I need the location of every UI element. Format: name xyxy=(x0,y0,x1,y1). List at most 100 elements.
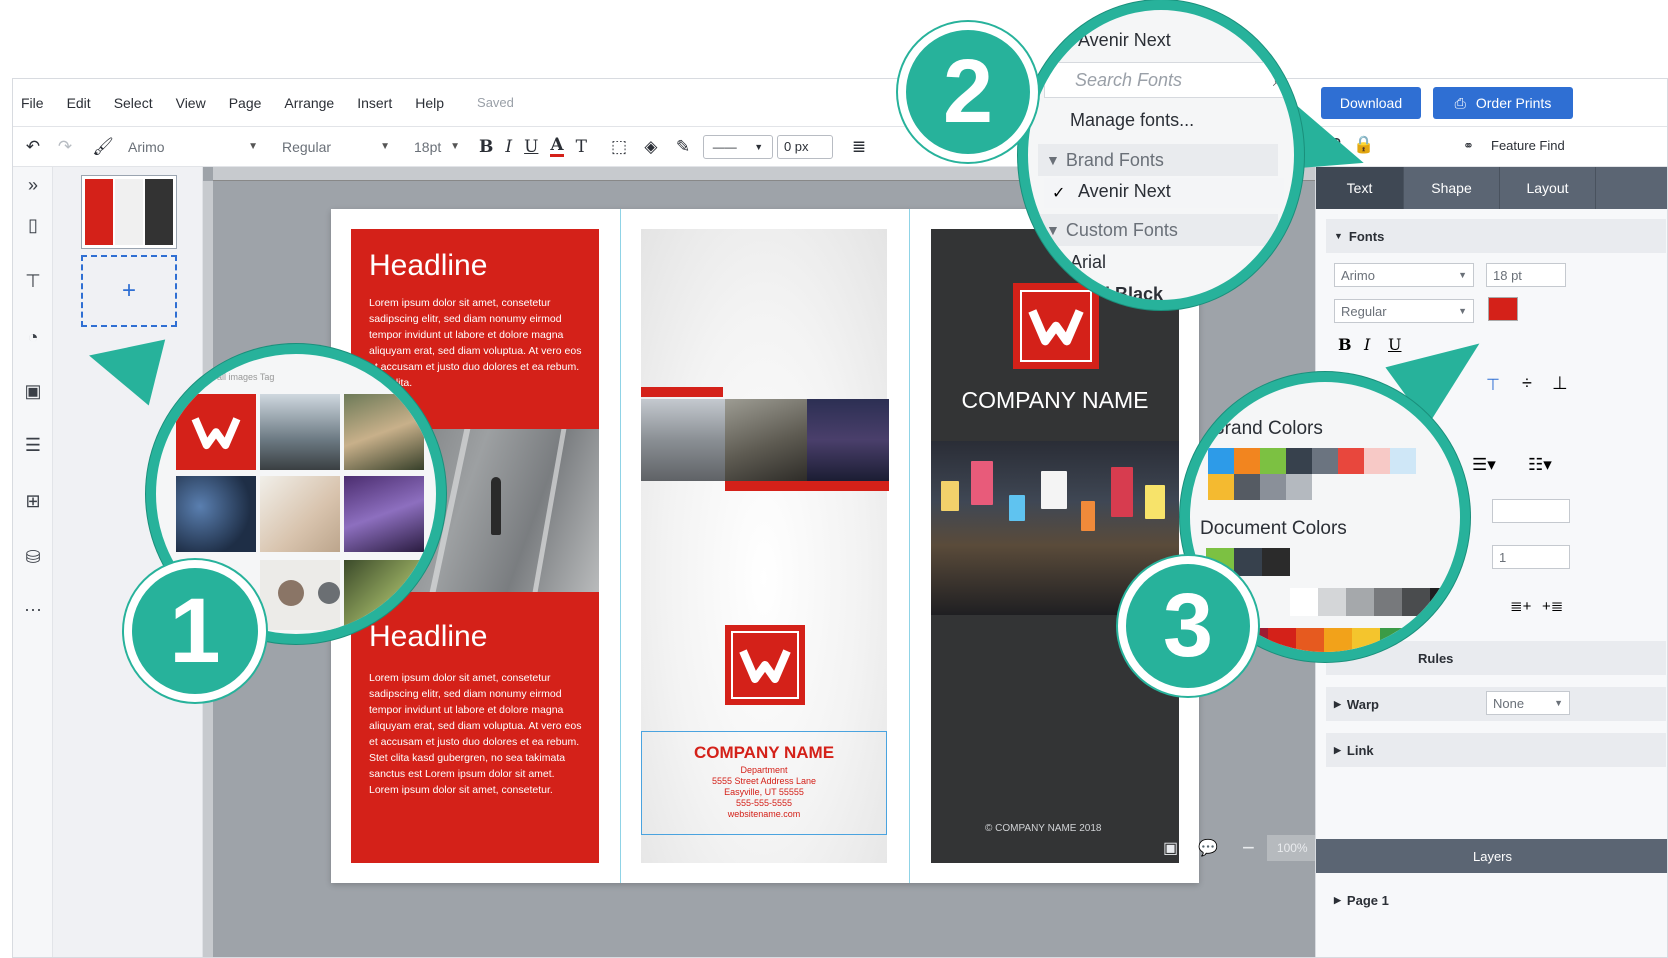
fill-bucket-icon[interactable]: ◈ xyxy=(639,137,663,157)
rainbow-color-swatch[interactable] xyxy=(1380,628,1408,652)
bullet-list-icon[interactable]: ☰▾ xyxy=(1472,455,1496,475)
warp-select[interactable]: None ▼ xyxy=(1486,691,1570,715)
rainbow-color-swatch[interactable] xyxy=(1436,628,1460,652)
image-thumb-avatars[interactable] xyxy=(260,560,340,630)
font-family-select[interactable]: Arimo ▼ xyxy=(123,134,263,160)
body-text-top[interactable]: Lorem ipsum dolor sit amet, consetetur s… xyxy=(369,295,587,391)
text-color-button[interactable]: A xyxy=(550,136,564,157)
brand-color-swatch[interactable] xyxy=(1208,474,1234,500)
panel-font-select[interactable]: Arimo ▼ xyxy=(1334,263,1474,287)
brand-color-swatch[interactable] xyxy=(1234,474,1260,500)
image-thumb-crowd[interactable] xyxy=(344,560,424,630)
headline-top[interactable]: Headline xyxy=(369,249,487,283)
outdent-icon[interactable]: +≣ xyxy=(1542,597,1563,615)
document-color-swatch[interactable] xyxy=(1234,548,1262,576)
panel-size-input[interactable]: 18 pt xyxy=(1486,263,1566,287)
image-thumb-network[interactable] xyxy=(176,476,256,552)
document-color-swatch[interactable] xyxy=(1262,548,1290,576)
grid-icon[interactable]: ⊞ xyxy=(21,491,45,515)
font-size-select[interactable]: 18pt ▼ xyxy=(409,134,465,160)
shapes-icon[interactable]: ◔ xyxy=(21,327,45,351)
layers-header[interactable]: Layers xyxy=(1316,839,1667,873)
menu-arrange[interactable]: Arrange xyxy=(284,95,334,111)
image-thumb-logo[interactable] xyxy=(176,394,256,470)
pen-icon[interactable]: ✎ xyxy=(671,137,695,157)
add-page-button[interactable]: + xyxy=(81,255,177,327)
gray-color-swatch[interactable] xyxy=(1346,588,1374,616)
brand-color-swatch[interactable] xyxy=(1260,448,1286,474)
panel-bold-button[interactable]: B xyxy=(1338,335,1352,354)
tab-layout[interactable]: Layout xyxy=(1500,167,1596,209)
brochure-document[interactable]: Headline Lorem ipsum dolor sit amet, con… xyxy=(331,209,1199,883)
format-painter-icon[interactable]: 🖌 xyxy=(91,137,115,157)
zoom-out-button[interactable]: − xyxy=(1242,835,1255,861)
gray-color-swatch[interactable] xyxy=(1290,588,1318,616)
line-spacing-input[interactable] xyxy=(1492,499,1570,523)
align-bottom-icon[interactable]: ⊥ xyxy=(1552,373,1568,394)
table-icon[interactable]: ☰ xyxy=(21,435,45,459)
align-icon[interactable]: ≣ xyxy=(847,137,871,157)
vintage-car-photo[interactable] xyxy=(725,399,807,481)
redo-icon[interactable]: ↷ xyxy=(53,137,77,157)
rainbow-color-swatch[interactable] xyxy=(1296,628,1324,652)
company-logo[interactable] xyxy=(725,625,805,705)
selected-text-box[interactable] xyxy=(641,731,887,835)
rainbow-color-swatch[interactable] xyxy=(1268,628,1296,652)
right-panel-cover[interactable]: COMPANY NAME © COMPANY NAME 2018 xyxy=(931,229,1179,863)
comment-icon[interactable]: 💬 xyxy=(1198,838,1218,858)
gray-color-swatch[interactable] xyxy=(1402,588,1430,616)
brand-font-row[interactable]: ✓ Avenir Next xyxy=(1044,178,1284,208)
undo-icon[interactable]: ↶ xyxy=(21,137,45,157)
image-thumb-people[interactable] xyxy=(344,394,424,470)
page-icon[interactable]: ▯ xyxy=(21,215,45,239)
brand-color-swatch[interactable] xyxy=(1286,448,1312,474)
rainbow-color-swatch[interactable] xyxy=(1324,628,1352,652)
font-search-input[interactable]: Search Fonts ⌕ xyxy=(1044,62,1294,98)
underline-button[interactable]: U xyxy=(524,137,538,157)
font-weight-select[interactable]: Regular ▼ xyxy=(277,134,395,160)
custom-font-arial[interactable]: Arial xyxy=(1028,252,1294,273)
panel-underline-button[interactable]: U xyxy=(1388,335,1401,354)
italic-button[interactable]: I xyxy=(505,137,512,157)
brand-color-swatch[interactable] xyxy=(1312,448,1338,474)
line-style-select[interactable]: —— ▼ xyxy=(702,134,773,159)
image-thumb-lights[interactable] xyxy=(344,476,424,552)
zoom-level[interactable]: 100% xyxy=(1266,835,1318,861)
menu-page[interactable]: Page xyxy=(229,95,262,111)
database-icon[interactable]: ⛁ xyxy=(21,547,45,571)
more-icon[interactable]: ··· xyxy=(21,599,45,623)
manage-fonts-item[interactable]: Manage fonts... xyxy=(1028,110,1294,131)
text-size-button[interactable]: T xyxy=(576,137,587,157)
page-1-layer[interactable]: ▶ Page 1 xyxy=(1326,883,1666,917)
menu-view[interactable]: View xyxy=(176,95,206,111)
brand-color-swatch[interactable] xyxy=(1286,474,1312,500)
gray-color-swatch[interactable] xyxy=(1430,588,1458,616)
brand-color-swatch[interactable] xyxy=(1234,448,1260,474)
line-width-input[interactable]: 0 px xyxy=(776,134,833,159)
brand-color-swatch[interactable] xyxy=(1208,448,1234,474)
menu-insert[interactable]: Insert xyxy=(357,95,392,111)
text-tool-icon[interactable]: ⊤ xyxy=(21,271,45,295)
order-prints-button[interactable]: ⎙ Order Prints xyxy=(1433,87,1573,119)
company-name-right[interactable]: COMPANY NAME xyxy=(931,387,1179,414)
indent-icon[interactable]: ≣+ xyxy=(1510,597,1531,615)
brand-color-swatch[interactable] xyxy=(1390,448,1416,474)
rainbow-color-swatch[interactable] xyxy=(1352,628,1380,652)
numbered-list-icon[interactable]: ☷▾ xyxy=(1528,455,1552,475)
gray-color-swatch[interactable] xyxy=(1374,588,1402,616)
panel-italic-button[interactable]: I xyxy=(1364,335,1370,354)
link-section-header[interactable]: ▶ Link xyxy=(1326,733,1666,767)
image-thumb-typing[interactable] xyxy=(260,476,340,552)
bridge-night-photo[interactable] xyxy=(807,399,889,481)
crop-icon[interactable]: ⬚ xyxy=(607,137,631,157)
expand-icon[interactable]: » xyxy=(21,175,45,199)
menu-select[interactable]: Select xyxy=(114,95,153,111)
align-middle-icon[interactable]: ÷ xyxy=(1522,373,1532,394)
bold-button[interactable]: B xyxy=(479,137,493,157)
spacing-input[interactable]: 1 xyxy=(1492,545,1570,569)
image-thumb-mountain[interactable] xyxy=(260,394,340,470)
rainbow-color-swatch[interactable] xyxy=(1408,628,1436,652)
body-text-bottom[interactable]: Lorem ipsum dolor sit amet, consetetur s… xyxy=(369,670,587,798)
fonts-section-header[interactable]: ▼ Fonts xyxy=(1326,219,1666,253)
page-thumbnail[interactable] xyxy=(81,175,177,249)
